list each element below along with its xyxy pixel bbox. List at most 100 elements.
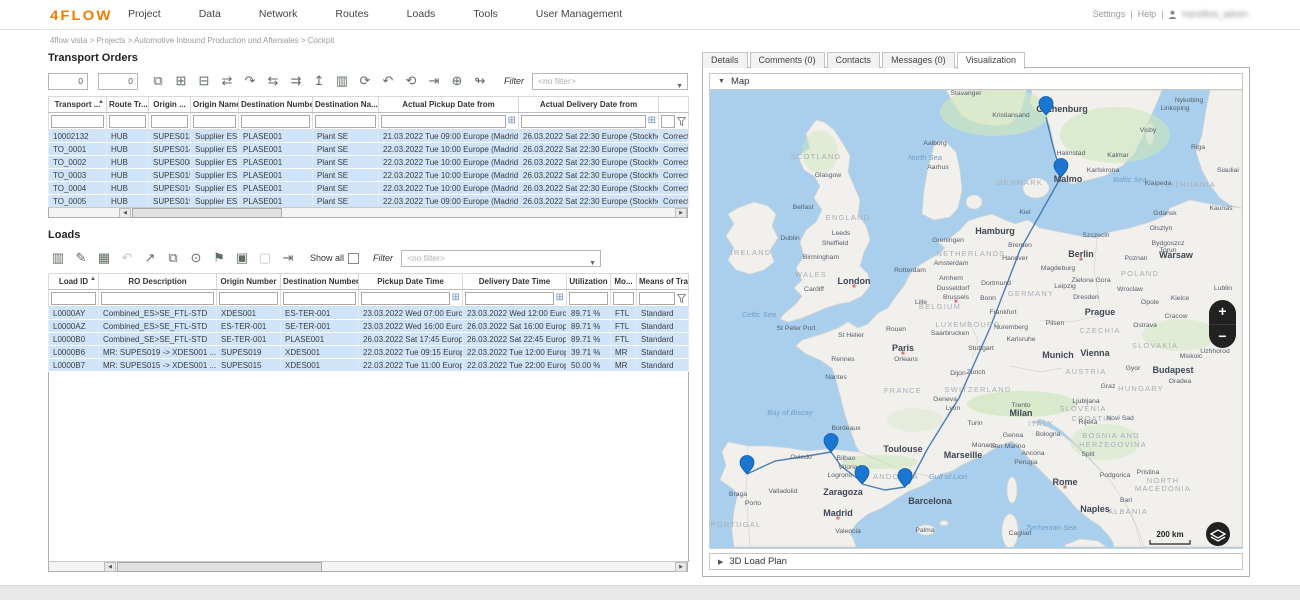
column-header[interactable]: Destination Na... xyxy=(313,97,379,113)
calendar-icon[interactable]: ⊞ xyxy=(452,293,460,303)
tab-messages-0[interactable]: Messages (0) xyxy=(882,52,955,68)
zoom-in-button[interactable]: + xyxy=(1209,300,1236,324)
table-row[interactable]: L0000AYCombined_ES>SE_FTL-STDXDES001ES-T… xyxy=(49,307,689,320)
swap-route-icon[interactable]: ⇄ xyxy=(217,72,237,91)
refresh-window-icon[interactable]: ⟳ xyxy=(355,72,375,91)
table-row[interactable]: L0000B7MR: SUPES015 -> XDES001 ...SUPES0… xyxy=(49,359,689,372)
column-header[interactable]: Mo... xyxy=(611,274,637,290)
scroll-thumb[interactable] xyxy=(117,562,322,572)
scroll-right-button[interactable]: ▶ xyxy=(675,208,687,218)
loads-filter-select[interactable]: <no filter>▼ xyxy=(401,250,601,267)
help-link[interactable]: Help xyxy=(1138,9,1157,19)
load-stats-icon[interactable]: ▦ xyxy=(94,249,114,268)
column-filter-input[interactable] xyxy=(315,115,376,128)
column-filter-input[interactable] xyxy=(151,115,188,128)
column-filter-input[interactable] xyxy=(465,292,554,305)
tab-visualization[interactable]: Visualization xyxy=(957,52,1025,69)
column-header[interactable]: Transport ...▲ xyxy=(49,97,107,113)
column-filter-input[interactable] xyxy=(381,115,506,128)
scroll-right-button[interactable]: ▶ xyxy=(675,562,687,572)
column-header[interactable]: Origin Name xyxy=(191,97,239,113)
table-row[interactable]: TO_0002HUBSUPES008Supplier ESPLASE001Pla… xyxy=(49,156,689,169)
scroll-thumb[interactable] xyxy=(132,208,282,218)
tab-details[interactable]: Details xyxy=(702,52,748,68)
report-window-icon[interactable]: ▣ xyxy=(232,249,252,268)
nav-item-data[interactable]: Data xyxy=(199,8,221,20)
nav-item-loads[interactable]: Loads xyxy=(407,8,436,20)
column-header[interactable]: Actual Delivery Date from xyxy=(519,97,659,113)
table-row[interactable]: TO_0004HUBSUPES016Supplier ESPLASE001Pla… xyxy=(49,182,689,195)
column-filter-input[interactable] xyxy=(283,292,356,305)
calendar-icon[interactable]: ⊞ xyxy=(508,116,516,126)
reassign-icon[interactable]: ↷ xyxy=(240,72,260,91)
column-header[interactable] xyxy=(659,97,689,113)
breadcrumb[interactable]: 4flow vista > Projects > Automotive Inbo… xyxy=(50,36,334,45)
column-header[interactable]: Utilization xyxy=(567,274,611,290)
settings-link[interactable]: Settings xyxy=(1093,9,1126,19)
column-filter-input[interactable] xyxy=(219,292,278,305)
edit-load-icon[interactable]: ✎ xyxy=(71,249,91,268)
horizontal-scrollbar[interactable]: ◀▶ xyxy=(48,561,688,572)
scroll-left-button[interactable]: ◀ xyxy=(119,208,131,218)
column-header[interactable]: Load ID▲ xyxy=(49,274,99,290)
map-accordion-header[interactable]: ▼ Map xyxy=(709,73,1243,90)
counter-field-1[interactable] xyxy=(48,73,88,90)
tab-comments-0[interactable]: Comments (0) xyxy=(750,52,825,68)
scroll-left-button[interactable]: ◀ xyxy=(104,562,116,572)
filter-funnel-icon[interactable] xyxy=(677,117,686,126)
column-header[interactable]: Origin Number xyxy=(217,274,281,290)
column-filter-input[interactable] xyxy=(569,292,608,305)
tab-contacts[interactable]: Contacts xyxy=(827,52,881,68)
map-canvas[interactable]: SCOTLANDENGLANDWALESIRELANDNETHERLANDSBE… xyxy=(709,90,1243,549)
promote-icon[interactable]: ↥ xyxy=(309,72,329,91)
table-row[interactable]: L0000B0Combined_SE>SE_FTL-STDSE-TER-001P… xyxy=(49,333,689,346)
column-filter-input[interactable] xyxy=(613,292,634,305)
export-window-icon[interactable]: ⇥ xyxy=(424,72,444,91)
load-chart-icon[interactable]: ▥ xyxy=(48,249,68,268)
export-icon[interactable]: ⇥ xyxy=(278,249,298,268)
undo-icon[interactable]: ↶ xyxy=(378,72,398,91)
zoom-out-button[interactable]: − xyxy=(1209,324,1236,348)
calendar-icon[interactable]: ⊞ xyxy=(648,116,656,126)
column-filter-input[interactable] xyxy=(361,292,450,305)
horizontal-scrollbar[interactable]: ◀▶ xyxy=(48,207,688,218)
table-row[interactable]: L0000AZCombined_ES>SE_FTL-STDES-TER-001S… xyxy=(49,320,689,333)
column-filter-input[interactable] xyxy=(241,115,310,128)
calendar-icon[interactable]: ⊞ xyxy=(556,293,564,303)
column-header[interactable]: Destination Number xyxy=(239,97,313,113)
column-header[interactable]: Route Tr... xyxy=(107,97,149,113)
transport-orders-filter-select[interactable]: <no filter>▼ xyxy=(532,73,688,90)
analysis-chart-icon[interactable]: ▥ xyxy=(332,72,352,91)
column-header[interactable]: Delivery Date Time xyxy=(463,274,567,290)
window-collapse-icon[interactable]: ⊟ xyxy=(194,72,214,91)
column-header[interactable]: Means of Transportation xyxy=(637,274,689,290)
column-header[interactable]: Origin ... xyxy=(149,97,191,113)
table-row[interactable]: TO_0003HUBSUPES015Supplier ESPLASE001Pla… xyxy=(49,169,689,182)
column-filter-input[interactable] xyxy=(51,292,96,305)
milestone-icon[interactable]: ⚑ xyxy=(209,249,229,268)
merge-orders-icon[interactable]: ⇆ xyxy=(263,72,283,91)
cost-icon[interactable]: ⊙ xyxy=(186,249,206,268)
table-row[interactable]: TO_0001HUBSUPES014Supplier ESPLASE001Pla… xyxy=(49,143,689,156)
send-load-icon[interactable]: ↗ xyxy=(140,249,160,268)
filter-funnel-icon[interactable] xyxy=(677,294,686,303)
globe-icon[interactable]: ⊕ xyxy=(447,72,467,91)
user-name[interactable]: transflow_admin xyxy=(1182,9,1248,19)
column-filter-input[interactable] xyxy=(51,115,104,128)
reload-plan-icon[interactable]: ⟲ xyxy=(401,72,421,91)
nav-item-user-management[interactable]: User Management xyxy=(536,8,622,20)
nav-item-project[interactable]: Project xyxy=(128,8,161,20)
column-filter-input[interactable] xyxy=(661,115,675,128)
column-header[interactable]: Destination Number xyxy=(281,274,359,290)
column-filter-input[interactable] xyxy=(109,115,146,128)
show-all-checkbox[interactable] xyxy=(348,253,359,264)
table-row[interactable]: L0000B6MR: SUPES019 -> XDES001 ...SUPES0… xyxy=(49,346,689,359)
optimize-icon[interactable]: ↬ xyxy=(470,72,490,91)
column-header[interactable]: Actual Pickup Date from xyxy=(379,97,519,113)
split-orders-icon[interactable]: ⇉ xyxy=(286,72,306,91)
swap-window-icon[interactable]: ⧉ xyxy=(163,249,183,268)
counter-field-2[interactable] xyxy=(98,73,138,90)
table-row[interactable]: 10002132HUBSUPES013Supplier ESPLASE001Pl… xyxy=(49,130,689,143)
table-row[interactable]: TO_0005HUBSUPES019Supplier ESPLASE001Pla… xyxy=(49,195,689,208)
4flow-logo[interactable]: 4FLOW xyxy=(50,7,113,23)
